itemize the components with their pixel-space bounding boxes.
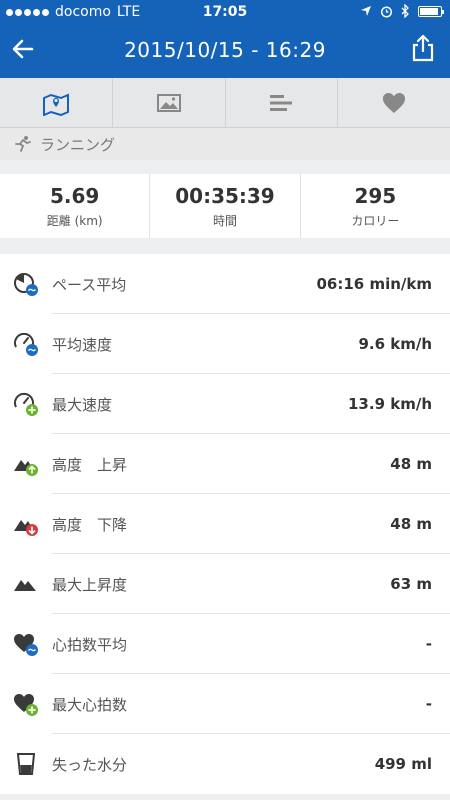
stats-list: ペース平均 06:16 min/km 平均速度 9.6 km/h 最大速度 13… xyxy=(0,254,450,794)
stat-value: 48 m xyxy=(390,455,432,473)
detail-tabs xyxy=(0,78,450,128)
heart-rate-max-icon xyxy=(14,694,38,716)
battery-fill xyxy=(420,7,438,15)
stat-row-elevation-up: 高度 上昇 48 m xyxy=(0,434,450,494)
top-bar: docomo LTE 17:05 2015/10/15 - 16:29 xyxy=(0,0,450,78)
elevation-down-icon xyxy=(14,520,38,536)
distance-value: 5.69 xyxy=(49,184,100,208)
speed-average-icon xyxy=(14,332,38,356)
location-arrow-icon xyxy=(361,6,371,16)
tab-heart[interactable] xyxy=(338,78,450,127)
share-icon[interactable] xyxy=(410,34,436,62)
status-right xyxy=(360,4,444,18)
status-bar: docomo LTE 17:05 xyxy=(0,0,450,24)
stat-row-water-loss: 失った水分 499 ml xyxy=(0,734,450,794)
calories-value: 295 xyxy=(354,184,397,208)
running-icon xyxy=(15,136,31,152)
heart-rate-average-icon xyxy=(14,634,38,656)
stat-row-elevation-down: 高度 下降 48 m xyxy=(0,494,450,554)
activity-type: ランニング xyxy=(0,128,450,160)
bars-icon xyxy=(270,94,293,111)
stat-value: 63 m xyxy=(390,575,432,593)
summary-distance: 5.69 距離 (km) xyxy=(0,174,151,238)
summary-panel: 5.69 距離 (km) 00:35:39 時間 295 カロリー xyxy=(0,174,450,238)
heart-icon xyxy=(383,92,406,113)
stat-row-elevation-max: 最大上昇度 63 m xyxy=(0,554,450,614)
stat-label: 最大上昇度 xyxy=(52,575,128,594)
stat-label: ペース平均 xyxy=(52,275,127,294)
image-icon xyxy=(156,93,181,112)
page-title: 2015/10/15 - 16:29 xyxy=(124,38,326,62)
stat-label: 最大心拍数 xyxy=(52,695,128,714)
tab-stats[interactable] xyxy=(226,78,339,127)
elevation-up-icon xyxy=(14,460,38,476)
summary-calories: 295 カロリー xyxy=(301,174,450,238)
alarm-icon xyxy=(380,5,393,18)
stat-label: 高度 上昇 xyxy=(52,455,128,474)
map-icon xyxy=(42,92,69,116)
tab-photos[interactable] xyxy=(113,78,226,127)
stat-value: - xyxy=(425,635,432,653)
pace-average-icon xyxy=(14,273,38,296)
stat-value: 06:16 min/km xyxy=(316,275,432,293)
stat-label: 平均速度 xyxy=(52,335,113,354)
stat-row-speed-average: 平均速度 9.6 km/h xyxy=(0,314,450,374)
stat-label: 最大速度 xyxy=(52,395,113,414)
stat-label: 高度 下降 xyxy=(52,515,128,534)
stat-value: 499 ml xyxy=(374,755,432,773)
speed-max-icon xyxy=(14,392,38,416)
stat-row-heart-rate-max: 最大心拍数 - xyxy=(0,674,450,734)
stat-row-heart-rate-average: 心拍数平均 - xyxy=(0,614,450,674)
duration-label: 時間 xyxy=(212,214,237,228)
nav-bar: 2015/10/15 - 16:29 xyxy=(0,24,450,78)
stat-label: 心拍数平均 xyxy=(52,635,128,654)
stat-label: 失った水分 xyxy=(52,755,128,774)
calories-label: カロリー xyxy=(351,214,400,228)
battery-icon xyxy=(418,5,444,17)
elevation-max-icon xyxy=(14,580,36,591)
duration-value: 00:35:39 xyxy=(175,184,275,208)
stat-value: 9.6 km/h xyxy=(358,335,432,353)
stat-value: 48 m xyxy=(390,515,432,533)
stat-row-speed-max: 最大速度 13.9 km/h xyxy=(0,374,450,434)
summary-duration: 00:35:39 時間 xyxy=(150,174,301,238)
activity-label: ランニング xyxy=(40,135,116,154)
stat-value: - xyxy=(425,695,432,713)
stat-row-pace-average: ペース平均 06:16 min/km xyxy=(0,254,450,314)
distance-label: 距離 (km) xyxy=(46,214,103,228)
tab-map[interactable] xyxy=(0,78,113,127)
bluetooth-icon xyxy=(401,4,409,18)
stat-value: 13.9 km/h xyxy=(348,395,432,413)
water-loss-icon xyxy=(16,753,36,775)
